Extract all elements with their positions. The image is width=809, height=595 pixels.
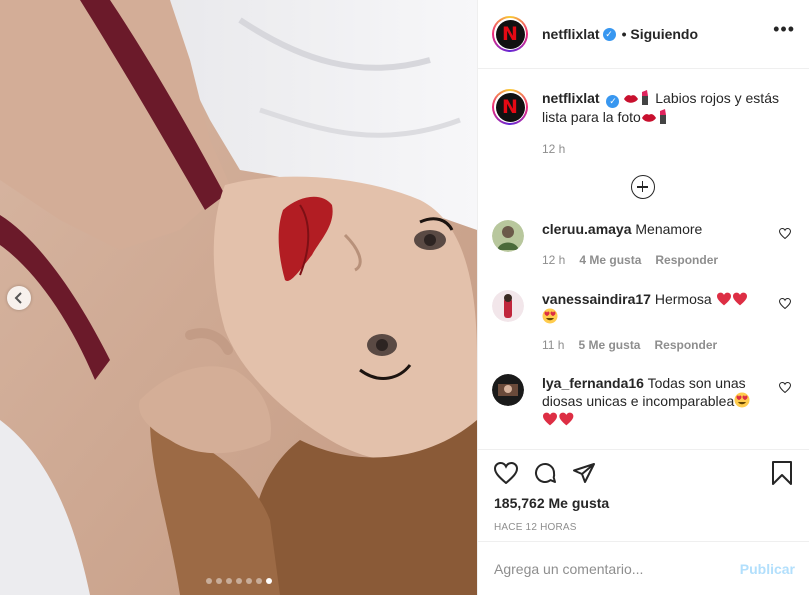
caption-avatar[interactable]: N bbox=[492, 89, 528, 125]
caption-meta: 12 h bbox=[542, 140, 782, 158]
avatar-border: N bbox=[494, 91, 526, 123]
carousel-dot bbox=[225, 578, 232, 584]
likes-count[interactable]: 185,762 Me gusta bbox=[494, 495, 793, 511]
post-dialog: N netflixlat ✓ • Siguiendo ••• N netflix… bbox=[0, 0, 809, 595]
avatar[interactable]: N bbox=[492, 16, 528, 52]
comment-avatar[interactable] bbox=[492, 374, 524, 406]
post-header: N netflixlat ✓ • Siguiendo ••• bbox=[478, 0, 809, 69]
post-caption: N netflixlat ✓ Labios rojos y estás list… bbox=[492, 89, 793, 158]
carousel-dot bbox=[265, 578, 272, 584]
comment-username[interactable]: vanessaindira17 bbox=[542, 291, 651, 307]
comment-avatar[interactable] bbox=[492, 290, 524, 322]
reply-button[interactable]: Responder bbox=[654, 338, 717, 352]
lipstick-emoji-icon bbox=[659, 109, 666, 124]
lipstick-emoji-icon bbox=[642, 90, 649, 105]
netflix-logo-icon: N bbox=[495, 92, 525, 122]
post-media[interactable] bbox=[0, 0, 477, 595]
netflix-logo-icon: N bbox=[495, 19, 525, 49]
red-heart-emoji-icon bbox=[716, 292, 731, 306]
caption-text: netflixlat ✓ Labios rojos y estás lista … bbox=[542, 89, 782, 158]
heart-icon[interactable] bbox=[779, 298, 791, 309]
caption-time: 12 h bbox=[542, 142, 566, 156]
red-heart-emoji-icon bbox=[732, 292, 747, 306]
add-comment-bar: Publicar bbox=[478, 541, 809, 595]
carousel-dot bbox=[255, 578, 262, 584]
comment-username[interactable]: lya_fernanda16 bbox=[542, 375, 644, 391]
comment-text: Menamore bbox=[635, 221, 703, 237]
carousel-dot bbox=[215, 578, 222, 584]
comment-item: lya_fernanda16 Todas son unas diosas uni… bbox=[492, 374, 793, 428]
lips-emoji-icon bbox=[624, 95, 639, 103]
comment-icon[interactable] bbox=[533, 461, 557, 485]
comment-time: 12 h bbox=[542, 253, 566, 267]
avatar-border: N bbox=[494, 18, 526, 50]
carousel-dot bbox=[245, 578, 252, 584]
comment-avatar[interactable] bbox=[492, 220, 524, 252]
comments-list: N netflixlat ✓ Labios rojos y estás list… bbox=[478, 70, 809, 448]
heart-icon[interactable] bbox=[494, 462, 518, 484]
post-photo bbox=[0, 0, 477, 595]
header-username[interactable]: netflixlat bbox=[542, 26, 600, 42]
post-side-panel: N netflixlat ✓ • Siguiendo ••• N netflix… bbox=[477, 0, 809, 595]
carousel-dot bbox=[235, 578, 242, 584]
comment-body: cleruu.amaya Menamore 12 h 4 Me gusta Resp… bbox=[542, 220, 762, 269]
red-heart-emoji-icon bbox=[559, 412, 574, 426]
lips-emoji-icon bbox=[641, 114, 656, 122]
comment-body: vanessaindira17 Hermosa 11 h 5 Me gusta Re… bbox=[542, 290, 762, 354]
heart-icon[interactable] bbox=[779, 382, 791, 393]
share-icon[interactable] bbox=[572, 461, 596, 485]
follow-status-button[interactable]: • Siguiendo bbox=[622, 26, 698, 42]
verified-icon: ✓ bbox=[602, 27, 616, 41]
red-heart-emoji-icon bbox=[543, 412, 557, 426]
verified-icon: ✓ bbox=[606, 95, 620, 108]
chevron-left-icon bbox=[14, 292, 22, 304]
reply-button[interactable]: Responder bbox=[655, 253, 718, 267]
post-actions: 185,762 Me gusta HACE 12 HORAS bbox=[478, 449, 809, 533]
comment-item: cleruu.amaya Menamore 12 h 4 Me gusta Resp… bbox=[492, 220, 793, 269]
plus-circle-icon[interactable] bbox=[630, 175, 655, 199]
heart-eyes-emoji-icon bbox=[734, 392, 750, 408]
comment-time: 11 h bbox=[542, 338, 565, 352]
carousel-prev-button[interactable] bbox=[7, 286, 31, 310]
carousel-dot bbox=[205, 578, 212, 584]
bookmark-icon[interactable] bbox=[771, 461, 793, 485]
comment-username[interactable]: cleruu.amaya bbox=[542, 221, 632, 237]
heart-icon[interactable] bbox=[779, 228, 791, 239]
post-timestamp[interactable]: HACE 12 HORAS bbox=[494, 522, 793, 533]
comment-text: Hermosa bbox=[654, 291, 712, 307]
comment-item: vanessaindira17 Hermosa 11 h 5 Me gusta Re… bbox=[492, 290, 793, 354]
more-icon[interactable]: ••• bbox=[773, 20, 795, 38]
publish-button[interactable]: Publicar bbox=[740, 561, 795, 577]
heart-eyes-emoji-icon bbox=[542, 308, 558, 324]
comment-meta: 11 h 5 Me gusta Responder bbox=[542, 336, 762, 354]
comment-likes[interactable]: 5 Me gusta bbox=[578, 338, 640, 352]
carousel-indicator bbox=[0, 578, 477, 584]
action-icons bbox=[494, 450, 793, 496]
comment-likes[interactable]: 4 Me gusta bbox=[579, 253, 641, 267]
comment-meta: 12 h 4 Me gusta Responder bbox=[542, 251, 762, 269]
load-more-comments bbox=[492, 175, 793, 199]
comment-body: lya_fernanda16 Todas son unas diosas uni… bbox=[542, 374, 762, 428]
caption-username[interactable]: netflixlat bbox=[542, 90, 600, 106]
comment-input[interactable] bbox=[494, 560, 740, 577]
